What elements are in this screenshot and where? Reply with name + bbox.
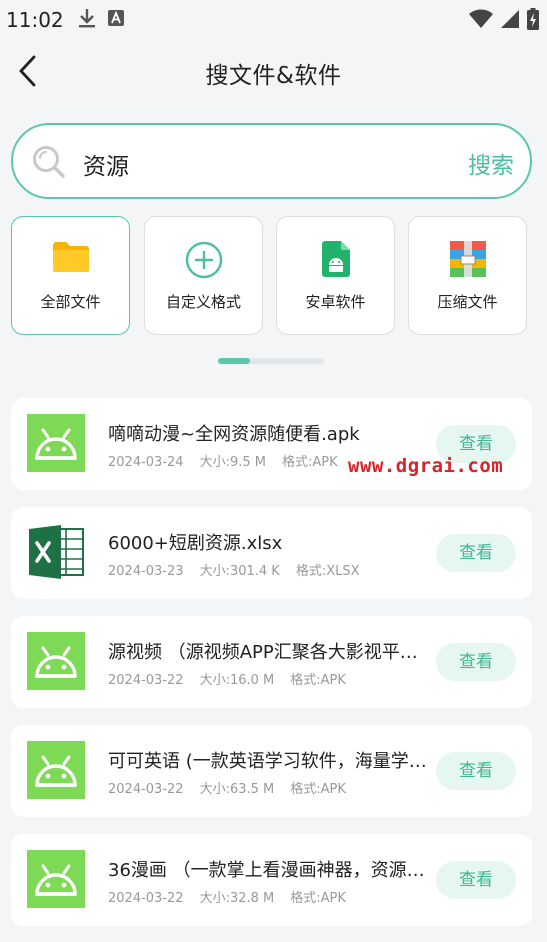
file-meta: 2024-03-22 大小:32.8 M 格式:APK	[108, 887, 362, 906]
android-icon	[27, 632, 85, 690]
category-android-apps[interactable]: 安卓软件	[276, 216, 395, 335]
status-bar: 11:02	[0, 0, 547, 40]
plus-circle-icon	[145, 241, 262, 279]
file-meta: 2024-03-23 大小:301.4 K 格式:XLSX	[108, 560, 376, 579]
watermark-text: www.dgrai.com	[348, 455, 504, 477]
android-icon	[27, 414, 85, 472]
search-input[interactable]: 资源	[83, 147, 129, 181]
download-icon	[78, 8, 96, 32]
file-date: 2024-03-22	[108, 782, 184, 797]
file-size: 大小:32.8 M	[199, 891, 275, 906]
file-format: 格式:APK	[290, 782, 346, 797]
android-icon	[27, 850, 85, 908]
file-name: 36漫画 （一款掌上看漫画神器，资源丰富）	[108, 860, 428, 881]
search-icon	[31, 144, 67, 180]
status-time: 11:02	[6, 8, 64, 32]
battery-icon	[527, 8, 539, 34]
signal-icon	[501, 9, 519, 33]
file-format: 格式:APK	[290, 891, 346, 906]
category-custom-format[interactable]: 自定义格式	[144, 216, 263, 335]
wifi-icon	[469, 9, 493, 33]
page-indicator	[218, 358, 324, 364]
file-meta: 2024-03-24 大小:9.5 M 格式:APK	[108, 451, 354, 470]
list-item[interactable]: 6000+短剧资源.xlsx 2024-03-23 大小:301.4 K 格式:XL…	[11, 507, 532, 599]
file-name: 源视频 （源视频APP汇聚各大影视平台资源）	[108, 642, 428, 663]
file-size: 大小:301.4 K	[199, 564, 280, 579]
page-indicator-active	[218, 358, 250, 364]
category-archives[interactable]: 压缩文件	[408, 216, 527, 335]
category-label: 压缩文件	[437, 293, 498, 311]
file-date: 2024-03-22	[108, 673, 184, 688]
file-size: 大小:16.0 M	[199, 673, 275, 688]
folder-icon	[12, 241, 129, 279]
file-name: 嘀嘀动漫~全网资源随便看.apk	[108, 424, 360, 445]
page-title: 搜文件&软件	[205, 63, 342, 89]
file-name: 6000+短剧资源.xlsx	[108, 533, 283, 554]
file-date: 2024-03-22	[108, 891, 184, 906]
view-button[interactable]: 查看	[436, 643, 516, 681]
category-label: 自定义格式	[165, 293, 241, 311]
app-header: 搜文件&软件	[0, 40, 547, 102]
view-button[interactable]: 查看	[436, 861, 516, 899]
zip-archive-icon	[409, 241, 526, 279]
file-format: 格式:APK	[290, 673, 346, 688]
file-format: 格式:XLSX	[295, 564, 360, 579]
list-item[interactable]: 源视频 （源视频APP汇聚各大影视平台资源） 2024-03-22 大小:16.0…	[11, 616, 532, 708]
list-item[interactable]: 36漫画 （一款掌上看漫画神器，资源丰富） 2024-03-22 大小:32.8 …	[11, 834, 532, 926]
excel-icon	[27, 523, 85, 581]
file-date: 2024-03-23	[108, 564, 184, 579]
search-bar[interactable]: 资源 搜索	[11, 123, 532, 199]
category-all-files[interactable]: 全部文件	[11, 216, 130, 335]
font-a-icon	[107, 10, 124, 30]
file-meta: 2024-03-22 大小:16.0 M 格式:APK	[108, 669, 362, 688]
category-label: 安卓软件	[305, 293, 366, 311]
file-format: 格式:APK	[281, 455, 338, 470]
file-size: 大小:9.5 M	[199, 455, 266, 470]
file-date: 2024-03-24	[108, 455, 184, 470]
file-name: 可可英语 (一款英语学习软件，海量学习资源)	[108, 751, 428, 772]
category-row: 全部文件 自定义格式 安卓软件 压缩文件	[11, 216, 532, 336]
file-size: 大小:63.5 M	[199, 782, 275, 797]
category-label: 全部文件	[40, 293, 101, 311]
android-icon	[27, 741, 85, 799]
android-file-icon	[277, 241, 394, 279]
file-meta: 2024-03-22 大小:63.5 M 格式:APK	[108, 778, 362, 797]
search-button[interactable]: 搜索	[468, 146, 514, 180]
view-button[interactable]: 查看	[436, 534, 516, 572]
list-item[interactable]: 可可英语 (一款英语学习软件，海量学习资源) 2024-03-22 大小:63.5…	[11, 725, 532, 817]
view-button[interactable]: 查看	[436, 752, 516, 790]
